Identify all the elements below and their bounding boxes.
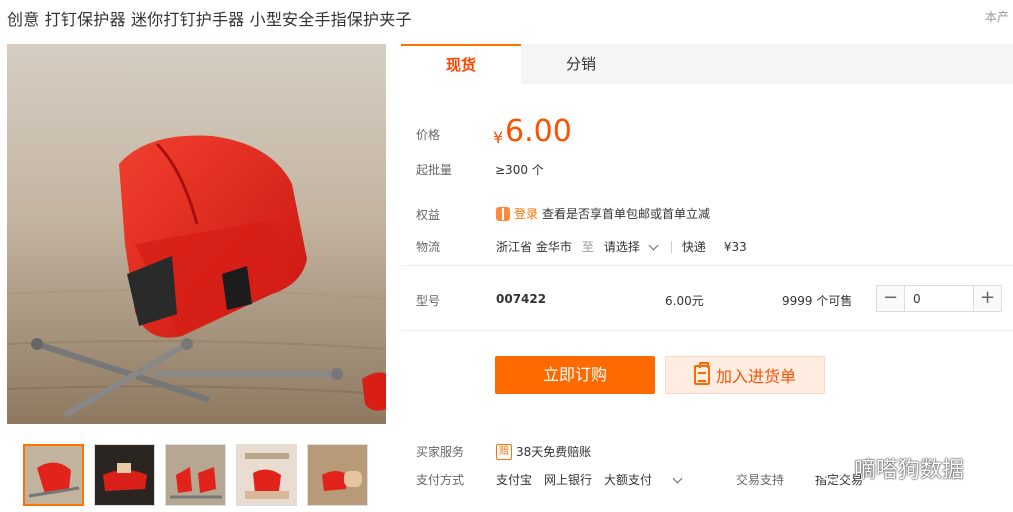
trade-label: 交易支持 [736,473,785,487]
divider [670,240,672,253]
moq-label: 起批量 [416,163,453,177]
moq-value: ≥300 个 [495,163,544,177]
payment-method: 大额支付 [604,473,653,487]
payment-methods: 支付宝 网上银行 大额支付 [496,471,691,488]
quantity-stepper: − + [876,285,1002,312]
thumbnail-strip [23,444,369,506]
chevron-down-icon[interactable] [648,240,659,250]
payment-label: 支付方式 [416,473,465,487]
plus-button[interactable]: + [974,286,1001,311]
order-now-button[interactable]: 立即订购 [495,356,655,394]
price-label: 价格 [416,128,441,142]
ship-method: 快递 [681,240,706,254]
sku-price: 6.00元 [665,294,704,308]
service-label: 买家服务 [416,445,465,459]
model-value: 007422 [496,292,547,306]
stock-count: 9999 个可售 [782,294,853,308]
thumbnail-2[interactable] [94,444,156,506]
gift-icon [496,206,510,221]
thumbnail-1[interactable] [23,444,85,506]
ship-to-word: 至 [581,240,594,254]
benefit-text: 查看是否享首单包邮或首单立减 [542,207,711,221]
model-label: 型号 [416,294,441,308]
service-text[interactable]: 38天免费赔账 [516,443,591,460]
benefit-row: 登录 查看是否享首单包邮或首单立减 [496,205,710,222]
thumbnail-5[interactable] [307,444,369,506]
clipboard-icon [693,362,710,385]
minus-button[interactable]: − [877,286,904,311]
tab-distribution[interactable]: 分销 [521,44,641,84]
service-row: 赔 38天免费赔账 [496,443,591,460]
watermark: 嘀嗒狗数据 [806,452,964,484]
ship-fee: ¥33 [723,239,747,254]
watermark-text: 嘀嗒狗数据 [854,458,965,483]
destination-select[interactable]: 请选择 [604,238,640,255]
tab-in-stock[interactable]: 现货 [401,44,521,84]
price-value: 6.00 [505,114,572,149]
compensation-icon: 赔 [496,443,512,460]
ship-from: 浙江省 金华市 [496,240,572,254]
product-title: 创意 打钉保护器 迷你打钉护手器 小型安全手指保护夹子 [7,10,412,29]
quantity-input[interactable] [904,286,974,311]
benefit-label: 权益 [416,208,441,222]
add-to-cart-button[interactable]: 加入进货单 [665,356,825,394]
divider [401,330,1013,331]
chevron-down-icon[interactable] [672,473,683,483]
payment-method: 网上银行 [544,473,593,487]
logistics-row: 浙江省 金华市 至 请选择 快递 ¥33 [496,238,747,255]
add-to-cart-label: 加入进货单 [715,367,796,386]
price-currency: ¥ [493,128,504,147]
divider [401,265,1013,266]
thumbnail-3[interactable] [165,444,227,506]
main-product-image [7,44,386,424]
thumbnail-4[interactable] [236,444,298,506]
wechat-icon [807,454,844,482]
origin-tag: 本产 [984,10,1009,24]
tab-bar: 现货 分销 [401,44,1013,84]
login-link[interactable]: 登录 [514,205,538,222]
logistics-label: 物流 [416,240,441,254]
payment-method: 支付宝 [496,473,533,487]
